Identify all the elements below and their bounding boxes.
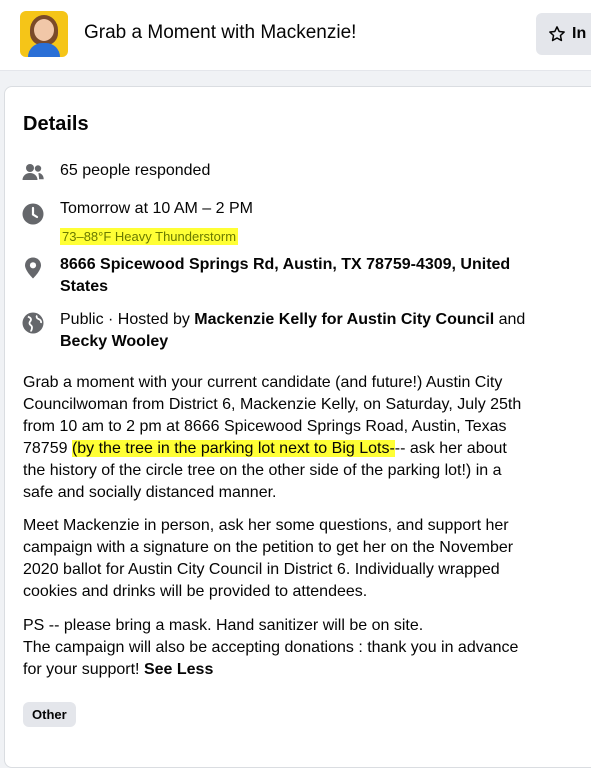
clock-icon xyxy=(22,203,44,225)
people-icon xyxy=(22,164,44,180)
event-header: Grab a Moment with Mackenzie! In xyxy=(0,0,591,71)
desc-line: Grab a moment with your current candidat… xyxy=(23,374,503,391)
desc-line: the history of the circle tree on the ot… xyxy=(23,462,502,479)
responded-count[interactable]: 65 people responded xyxy=(60,160,210,182)
event-description-p1: Grab a moment with your current candidat… xyxy=(23,372,578,504)
host-link-mackenzie[interactable]: Mackenzie Kelly for Austin City Council xyxy=(194,311,494,328)
desc-line: from 10 am to 2 pm at 8666 Spicewood Spr… xyxy=(23,418,507,435)
desc-line: cookies and drinks will be provided to a… xyxy=(23,583,368,600)
event-time: Tomorrow at 10 AM – 2 PM xyxy=(60,200,253,217)
desc-line: Councilwoman from District 6, Mackenzie … xyxy=(23,396,522,413)
desc-line: Meet Mackenzie in person, ask her some q… xyxy=(23,517,509,534)
avatar-shirt xyxy=(28,43,60,57)
desc-line: The campaign will also be accepting dona… xyxy=(23,639,519,656)
desc-line: campaign with a signature on the petitio… xyxy=(23,539,514,556)
host-info: Public · Hosted by Mackenzie Kelly for A… xyxy=(60,309,525,353)
avatar-face xyxy=(34,19,54,41)
interested-label: In xyxy=(572,25,587,42)
host-link-becky[interactable]: Becky Wooley xyxy=(60,331,525,353)
visibility-label: Public · Hosted by xyxy=(60,311,195,328)
desc-text: -- ask her about xyxy=(394,440,507,457)
interested-button[interactable]: In xyxy=(536,13,591,55)
see-less-link[interactable]: See Less xyxy=(144,661,213,678)
host-and: and xyxy=(494,311,526,328)
details-heading: Details xyxy=(23,113,89,135)
location-pin-icon xyxy=(25,257,41,279)
address-line-1: 8666 Spicewood Springs Rd, Austin, TX 78… xyxy=(60,256,511,273)
globe-icon xyxy=(22,312,44,334)
desc-text: for your support! xyxy=(23,661,144,678)
event-description-p3: PS -- please bring a mask. Hand sanitize… xyxy=(23,615,578,681)
event-cover-avatar[interactable] xyxy=(20,11,68,57)
desc-line: safe and socially distanced manner. xyxy=(23,484,277,501)
address-line-2: States xyxy=(60,278,109,295)
desc-highlight: (by the tree in the parking lot next to … xyxy=(71,440,395,457)
desc-line: 2020 ballot for Austin City Council in D… xyxy=(23,561,500,578)
weather-forecast: 73–88°F Heavy Thunderstorm xyxy=(60,228,239,245)
category-tag[interactable]: Other xyxy=(23,702,76,727)
star-icon xyxy=(549,26,565,42)
event-title: Grab a Moment with Mackenzie! xyxy=(84,22,357,43)
desc-text: 78759 xyxy=(23,440,72,457)
desc-line: PS -- please bring a mask. Hand sanitize… xyxy=(23,617,424,634)
event-description-p2: Meet Mackenzie in person, ask her some q… xyxy=(23,515,578,603)
event-address[interactable]: 8666 Spicewood Springs Rd, Austin, TX 78… xyxy=(60,254,510,298)
